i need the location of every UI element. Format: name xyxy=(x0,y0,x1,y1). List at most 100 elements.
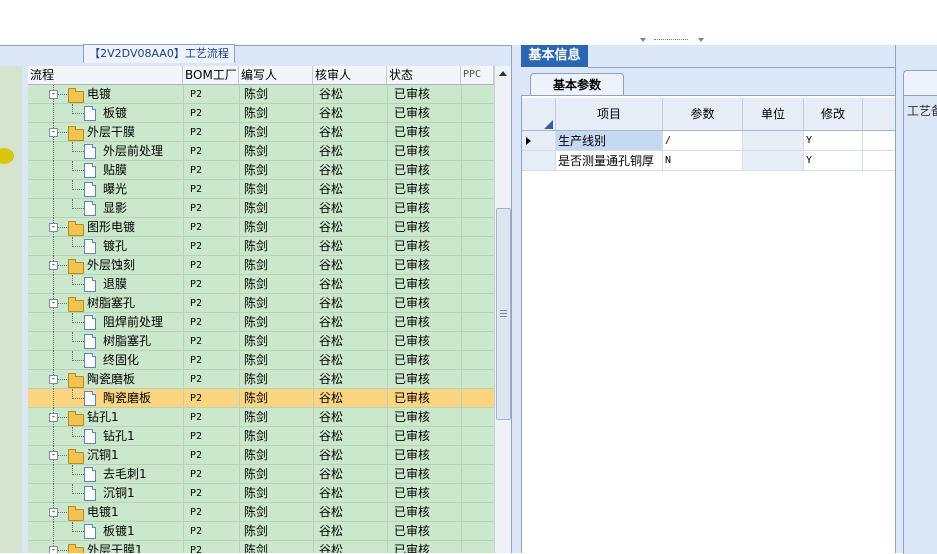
cell-author: 陈剑 xyxy=(244,429,269,443)
tree-item-row[interactable]: 镀孔 P2 陈剑 谷松 已审核 xyxy=(28,237,494,256)
column-header-param[interactable]: 参数 xyxy=(663,98,743,130)
column-header-flow[interactable]: 流程 xyxy=(28,66,183,84)
tree-item-row[interactable]: 陶瓷磨板 P2 陈剑 谷松 已审核 xyxy=(28,389,494,408)
tree-item-row[interactable]: 树脂塞孔 P2 陈剑 谷松 已审核 xyxy=(28,332,494,351)
tree-item-row[interactable]: 终固化 P2 陈剑 谷松 已审核 xyxy=(28,351,494,370)
cell-status: 已审核 xyxy=(394,505,431,519)
vertical-scrollbar[interactable] xyxy=(494,66,511,553)
collapse-toggle-icon[interactable]: - xyxy=(49,299,58,308)
column-header-ppc[interactable]: PPC xyxy=(461,66,494,84)
tree-item-row[interactable]: 曝光 P2 陈剑 谷松 已审核 xyxy=(28,180,494,199)
tab-basic-params[interactable]: 基本参数 xyxy=(530,73,624,96)
tree-item-row[interactable]: 退膜 P2 陈剑 谷松 已审核 xyxy=(28,275,494,294)
params-row[interactable]: 是否测量通孔铜厚 N Y xyxy=(522,151,896,171)
grid-line xyxy=(183,218,184,237)
cell-modify[interactable]: Y xyxy=(804,131,863,151)
cell-status: 已审核 xyxy=(394,524,431,538)
cell-param[interactable]: N xyxy=(663,151,743,171)
tree-folder-row[interactable]: - 陶瓷磨板 P2 陈剑 谷松 已审核 xyxy=(28,370,494,389)
cell-unit[interactable] xyxy=(743,151,804,171)
column-header-reviewer[interactable]: 核审人 xyxy=(313,66,387,84)
collapse-toggle-icon[interactable]: - xyxy=(49,90,58,99)
cell-modify[interactable]: Y xyxy=(804,151,863,171)
row-header[interactable] xyxy=(522,131,556,151)
tree-item-row[interactable]: 显影 P2 陈剑 谷松 已审核 xyxy=(28,199,494,218)
tree-item-row[interactable]: 沉铜1 P2 陈剑 谷松 已审核 xyxy=(28,484,494,503)
tree-item-row[interactable]: 去毛刺1 P2 陈剑 谷松 已审核 xyxy=(28,465,494,484)
cell-unit[interactable] xyxy=(743,131,804,151)
cell-reviewer: 谷松 xyxy=(319,543,344,553)
tree-item-row[interactable]: 板镀 P2 陈剑 谷松 已审核 xyxy=(28,104,494,123)
collapse-toggle-icon[interactable]: - xyxy=(49,261,58,270)
collapse-toggle-icon[interactable]: - xyxy=(49,223,58,232)
collapse-toggle-icon[interactable]: - xyxy=(49,451,58,460)
tree-item-row[interactable]: 板镀1 P2 陈剑 谷松 已审核 xyxy=(28,522,494,541)
cell-bom-factory: P2 xyxy=(190,222,203,233)
document-icon xyxy=(84,106,96,121)
tree-folder-row[interactable]: - 外层蚀刻 P2 陈剑 谷松 已审核 xyxy=(28,256,494,275)
grid-line xyxy=(183,351,184,370)
cell-reviewer: 谷松 xyxy=(319,125,344,139)
folder-icon xyxy=(68,126,84,141)
folder-icon xyxy=(68,88,84,103)
tree-item-row[interactable]: 外层前处理 P2 陈剑 谷松 已审核 xyxy=(28,142,494,161)
panel-splitter-grip[interactable] xyxy=(640,38,706,42)
cell-author: 陈剑 xyxy=(244,353,269,367)
tree-folder-row[interactable]: - 钻孔1 P2 陈剑 谷松 已审核 xyxy=(28,408,494,427)
collapsed-left-panel[interactable] xyxy=(0,66,23,553)
collapse-toggle-icon[interactable]: - xyxy=(49,413,58,422)
tree-node-label: 阻焊前处理 xyxy=(103,315,164,329)
tree-folder-row[interactable]: - 电镀1 P2 陈剑 谷松 已审核 xyxy=(28,503,494,522)
column-header-bom-factory[interactable]: BOM工厂 xyxy=(183,66,239,84)
collapse-toggle-icon[interactable]: - xyxy=(49,375,58,384)
cell-reviewer: 谷松 xyxy=(319,391,344,405)
cell-param[interactable]: / xyxy=(663,131,743,151)
cell-bom-factory: P2 xyxy=(190,374,203,385)
column-header-author[interactable]: 编写人 xyxy=(239,66,313,84)
cell-reviewer: 谷松 xyxy=(319,410,344,424)
top-blank-area xyxy=(0,0,937,37)
tree-node-label: 陶瓷磨板 xyxy=(103,391,152,405)
column-header-item[interactable]: 项目 xyxy=(556,98,663,130)
tree-node-label: 电镀1 xyxy=(87,505,119,519)
tab-basic-info[interactable]: 基本信息 xyxy=(521,45,588,67)
cell-item[interactable]: 生产线别 xyxy=(556,131,663,151)
cell-status: 已审核 xyxy=(394,429,431,443)
column-header-modify[interactable]: 修改 xyxy=(804,98,863,130)
cell-item[interactable]: 是否测量通孔铜厚 xyxy=(556,151,663,171)
collapse-toggle-icon[interactable]: - xyxy=(49,128,58,137)
tree-item-row[interactable]: 阻焊前处理 P2 陈剑 谷松 已审核 xyxy=(28,313,494,332)
scrollbar-thumb[interactable] xyxy=(496,208,511,420)
tree-item-row[interactable]: 贴膜 P2 陈剑 谷松 已审核 xyxy=(28,161,494,180)
grid-line xyxy=(183,256,184,275)
grid-line xyxy=(387,218,388,237)
cell-status: 已审核 xyxy=(394,182,431,196)
grid-line xyxy=(387,408,388,427)
grid-line xyxy=(387,541,388,553)
grid-line xyxy=(461,484,462,503)
tree-folder-row[interactable]: - 外层干膜 P2 陈剑 谷松 已审核 xyxy=(28,123,494,142)
workflow-tree-grid[interactable]: 流程 BOM工厂 编写人 核审人 状态 PPC - 电镀 P2 陈剑 谷松 已审核 板镀 P2… xyxy=(28,66,511,553)
row-header[interactable] xyxy=(522,151,556,171)
side-panel-tab[interactable] xyxy=(903,70,937,95)
tree-folder-row[interactable]: - 电镀 P2 陈剑 谷松 已审核 xyxy=(28,85,494,104)
grid-line xyxy=(461,256,462,275)
tree-item-row[interactable]: 钻孔1 P2 陈剑 谷松 已审核 xyxy=(28,427,494,446)
params-grid[interactable]: 项目 参数 单位 修改 生产线别 / Y 是否测量通孔铜厚 N Y xyxy=(521,96,896,553)
column-header-status[interactable]: 状态 xyxy=(387,66,461,84)
tree-folder-row[interactable]: - 沉铜1 P2 陈剑 谷松 已审核 xyxy=(28,446,494,465)
side-panel-label: 工艺备 xyxy=(907,104,937,118)
grid-line xyxy=(387,446,388,465)
scroll-up-arrow-icon[interactable] xyxy=(499,71,507,76)
folder-icon xyxy=(68,221,84,236)
tree-folder-row[interactable]: - 图形电镀 P2 陈剑 谷松 已审核 xyxy=(28,218,494,237)
row-header-corner[interactable] xyxy=(522,98,556,130)
params-row[interactable]: 生产线别 / Y xyxy=(522,131,896,151)
tree-folder-row[interactable]: - 外层干膜1 P2 陈剑 谷松 已审核 xyxy=(28,541,494,553)
cell-reviewer: 谷松 xyxy=(319,258,344,272)
collapse-toggle-icon[interactable]: - xyxy=(49,508,58,517)
collapse-toggle-icon[interactable]: - xyxy=(49,546,58,553)
cell-bom-factory: P2 xyxy=(190,469,203,480)
tree-folder-row[interactable]: - 树脂塞孔 P2 陈剑 谷松 已审核 xyxy=(28,294,494,313)
column-header-unit[interactable]: 单位 xyxy=(743,98,804,130)
